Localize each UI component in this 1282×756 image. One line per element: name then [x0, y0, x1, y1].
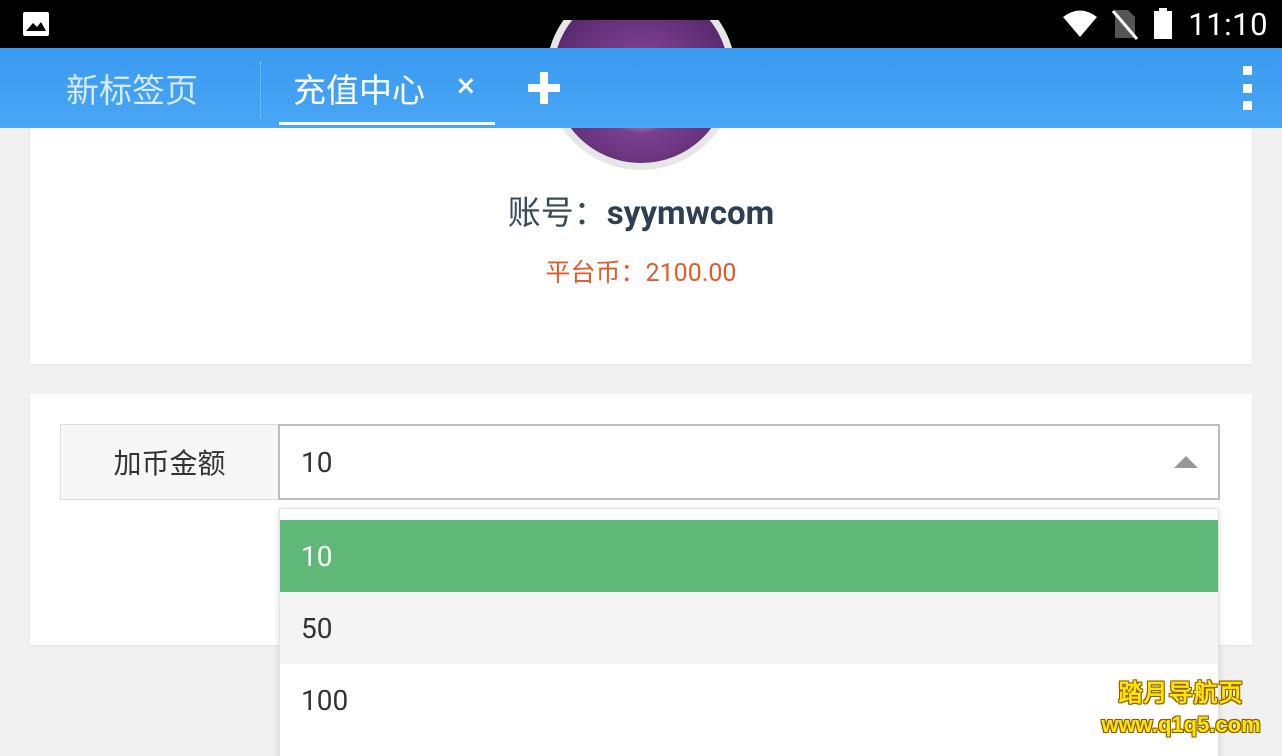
tab-recharge-center-label: 充值中心 — [293, 72, 425, 111]
caret-up-icon — [1174, 456, 1198, 468]
browser-tab-bar: 新标签页 充值中心 × — [0, 48, 1282, 128]
amount-option[interactable]: 10 — [280, 520, 1218, 592]
amount-option[interactable]: 100 — [280, 664, 1218, 736]
active-tab-indicator — [279, 122, 495, 125]
amount-option[interactable]: 50 — [280, 592, 1218, 664]
clock: 11:10 — [1188, 5, 1268, 43]
watermark: 踏月导航页 www.q1q5.com — [1096, 680, 1266, 738]
no-sim-icon — [1112, 10, 1139, 40]
amount-select-value: 10 — [301, 445, 333, 479]
coin-value: 2100.00 — [645, 259, 737, 288]
close-icon[interactable]: × — [450, 66, 482, 106]
amount-select[interactable]: 10 — [278, 424, 1220, 500]
battery-icon — [1154, 8, 1173, 39]
wifi-icon — [1063, 10, 1098, 37]
watermark-title: 踏月导航页 — [1118, 680, 1244, 707]
account-value: syymwcom — [606, 194, 775, 233]
account-line: 账号：syymwcom — [0, 186, 1282, 234]
tab-new-tab[interactable]: 新标签页 — [66, 48, 198, 128]
add-tab-icon[interactable] — [524, 66, 564, 110]
tab-new-tab-label: 新标签页 — [66, 72, 198, 111]
account-label: 账号： — [507, 194, 607, 233]
watermark-url: www.q1q5.com — [1101, 712, 1261, 737]
more-vert-icon[interactable] — [1234, 64, 1260, 112]
tab-separator — [260, 62, 261, 118]
coin-balance-line: 平台币：2100.00 — [0, 253, 1282, 289]
amount-field-label: 加币金额 — [60, 424, 279, 500]
amount-dropdown: 10 50 100 — [279, 508, 1219, 756]
coin-label: 平台币： — [545, 259, 646, 288]
image-notification-icon — [23, 12, 49, 36]
